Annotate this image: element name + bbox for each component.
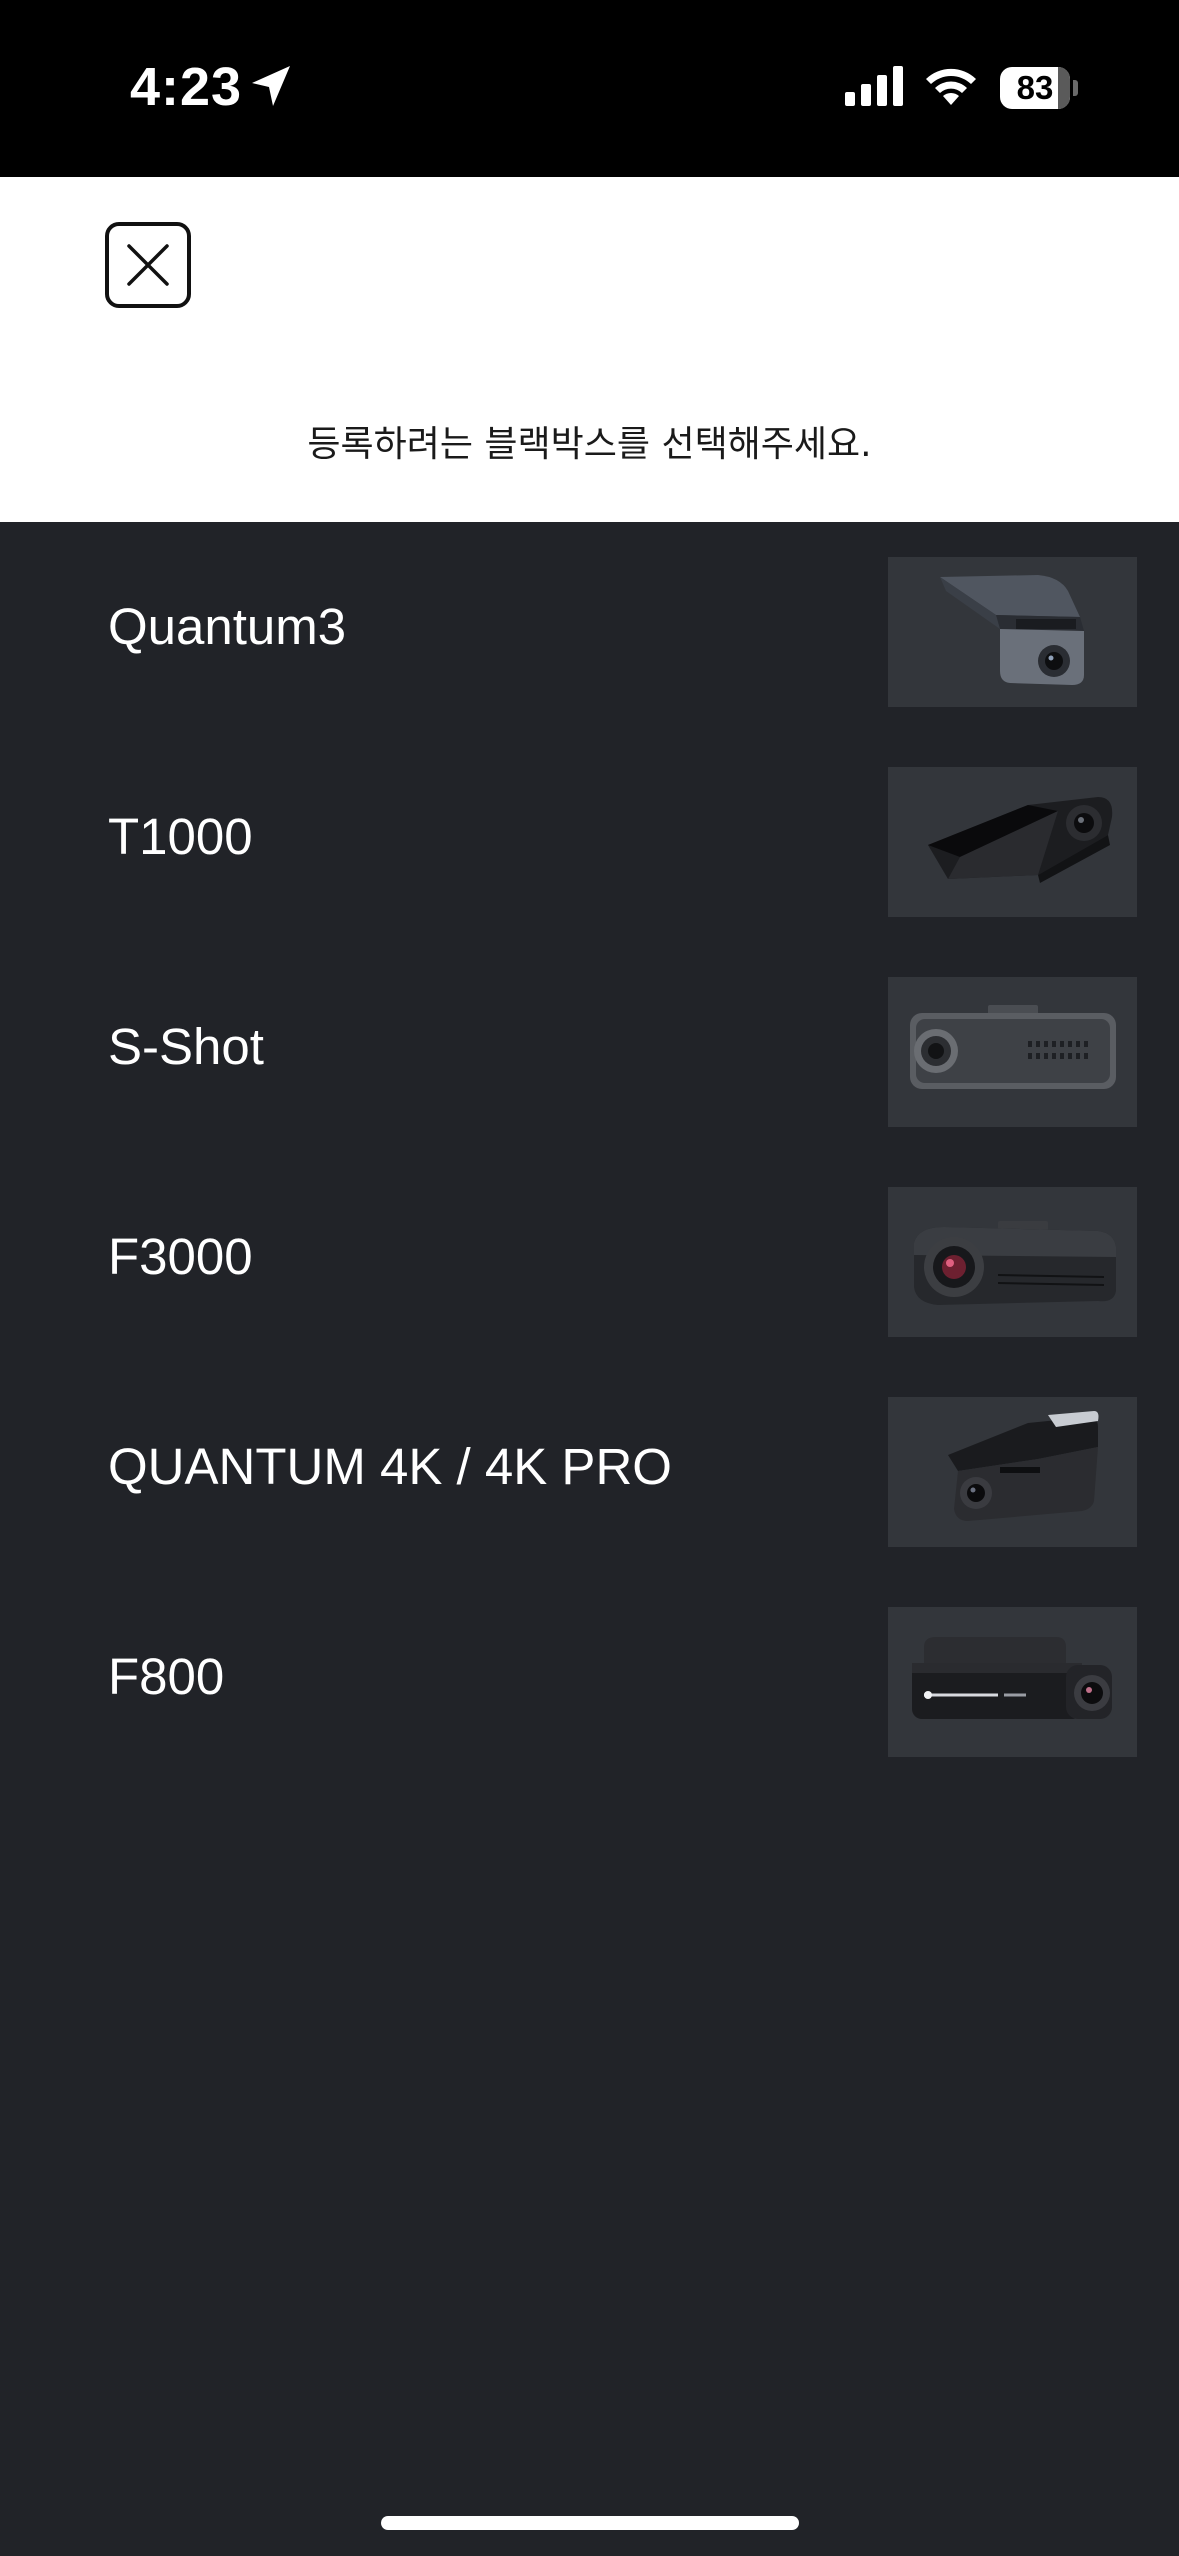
device-name: F800: [108, 1648, 225, 1705]
home-indicator[interactable]: [381, 2516, 799, 2530]
device-name: F3000: [108, 1228, 253, 1285]
status-time: 4:23: [130, 57, 243, 117]
device-item-f3000[interactable]: F3000: [0, 1152, 1179, 1362]
status-bar: 4:23 83: [0, 0, 1179, 177]
device-item-s-shot[interactable]: S-Shot: [0, 942, 1179, 1152]
location-arrow-icon: [250, 64, 292, 113]
device-item-f800[interactable]: F800: [0, 1572, 1179, 1782]
battery-percentage: 83: [1016, 69, 1054, 106]
battery-icon: 83: [1000, 67, 1078, 109]
device-name: S-Shot: [108, 1018, 264, 1075]
device-item-quantum3[interactable]: Quantum3: [0, 522, 1179, 732]
page-title: 등록하려는 블랙박스를 선택해주세요.: [307, 424, 872, 465]
dashcam-quantum3-image: [888, 557, 1137, 707]
device-name: Quantum3: [108, 598, 347, 655]
device-item-t1000[interactable]: T1000: [0, 732, 1179, 942]
dashcam-f3000-image: [888, 1187, 1137, 1337]
dashcam-quantum-4k-image: [888, 1397, 1137, 1547]
dashcam-f800-image: [888, 1607, 1137, 1757]
close-button[interactable]: [105, 222, 191, 308]
dashcam-s-shot-image: [888, 977, 1137, 1127]
device-name: T1000: [108, 808, 253, 865]
header: 등록하려는 블랙박스를 선택해주세요.: [0, 177, 1179, 522]
wifi-icon: [923, 64, 979, 111]
device-item-quantum-4k[interactable]: QUANTUM 4K / 4K PRO: [0, 1362, 1179, 1572]
device-name: QUANTUM 4K / 4K PRO: [108, 1438, 672, 1495]
cellular-signal-icon: [845, 66, 905, 111]
dashcam-t1000-image: [888, 767, 1137, 917]
